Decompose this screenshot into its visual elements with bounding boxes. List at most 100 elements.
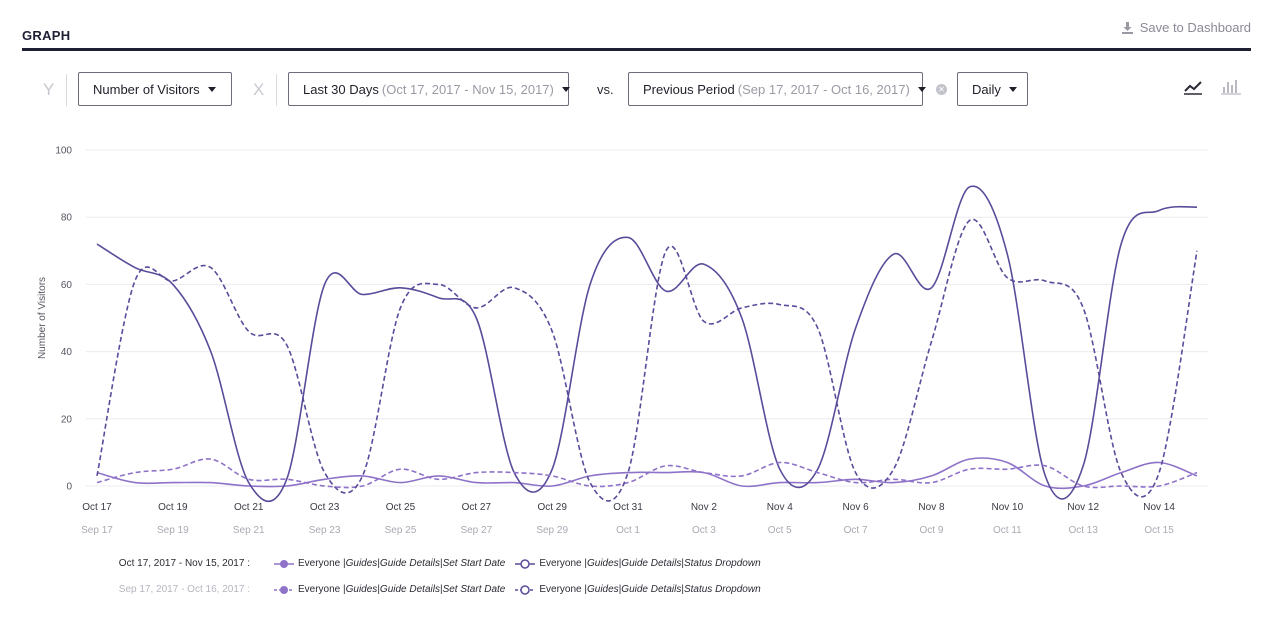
legend-row-current: Oct 17, 2017 - Nov 15, 2017 : Everyone |… xyxy=(110,558,771,569)
hollow-circle-dashed-icon xyxy=(515,584,536,595)
legend-item-previous-set-start-date[interactable]: Everyone | Guides | Guide Details | Set … xyxy=(274,584,505,595)
line-chart-icon xyxy=(1184,81,1202,95)
legend-text: Set Start Date xyxy=(442,558,506,569)
legend-text: Guides xyxy=(587,584,619,595)
legend-item-current-status-dropdown[interactable]: Everyone | Guides | Guide Details | Stat… xyxy=(515,558,761,569)
legend-row-previous: Sep 17, 2017 - Oct 16, 2017 : Everyone |… xyxy=(110,584,771,595)
legend-text: Guide Details xyxy=(621,558,682,569)
legend-text: Guide Details xyxy=(379,558,440,569)
y-tick-label: 20 xyxy=(61,414,73,425)
y-tick-label: 0 xyxy=(66,482,72,493)
caret-down-icon xyxy=(207,86,216,92)
interval-label: Daily xyxy=(972,81,1001,97)
x-tick-label: Nov 10 xyxy=(992,502,1024,513)
graph-header: GRAPH Save to Dashboard xyxy=(22,14,1251,51)
compare-period-dropdown[interactable]: Previous Period (Sep 17, 2017 - Oct 16, … xyxy=(628,72,926,106)
series-lines xyxy=(96,185,1198,503)
x-tick-label: Nov 4 xyxy=(767,502,794,513)
bar-chart-icon xyxy=(1221,80,1241,95)
x-tick-label: Nov 8 xyxy=(918,502,945,513)
legend-text: Everyone | xyxy=(298,558,346,569)
vs-label: vs. xyxy=(597,82,614,97)
legend-period-previous: Sep 17, 2017 - Oct 16, 2017 : xyxy=(118,584,250,595)
line-chart-toggle[interactable] xyxy=(1183,78,1203,101)
grid-lines xyxy=(86,149,1208,487)
compare-period-detail: (Sep 17, 2017 - Oct 16, 2017) xyxy=(737,81,910,97)
legend-text: Guides xyxy=(345,584,378,595)
visitors-line-chart: 0 20 40 60 80 100 Number of Visitors Oct 17 Se… xyxy=(37,146,1208,536)
metric-dropdown[interactable]: Number of Visitors xyxy=(78,72,232,106)
x-tick-label: Nov 12 xyxy=(1067,502,1099,513)
x-tick-label: Oct 25 xyxy=(386,502,416,513)
x-tick-label-previous: Oct 13 xyxy=(1068,525,1098,536)
divider xyxy=(276,74,277,106)
x-tick-label: Nov 2 xyxy=(691,502,718,513)
x-tick-label-previous: Oct 5 xyxy=(768,525,792,536)
divider xyxy=(66,74,67,106)
caret-down-icon xyxy=(1008,86,1017,92)
compare-period-label: Previous Period xyxy=(643,81,735,97)
y-tick-label: 40 xyxy=(61,347,73,358)
legend-text: Everyone | xyxy=(298,584,346,595)
x-tick-label-previous: Oct 15 xyxy=(1144,525,1174,536)
x-tick-label: Oct 27 xyxy=(462,502,492,513)
legend-text: Guide Details xyxy=(621,584,682,595)
legend-text: Guide Details xyxy=(379,584,440,595)
x-tick-label: Nov 6 xyxy=(843,502,870,513)
caret-down-icon xyxy=(917,86,926,92)
page-title: GRAPH xyxy=(22,28,71,43)
legend-period-current: Oct 17, 2017 - Nov 15, 2017 : xyxy=(118,558,250,569)
series-line-previous-set-start-date xyxy=(96,458,1198,489)
legend-item-current-set-start-date[interactable]: Everyone | Guides | Guide Details | Set … xyxy=(274,558,505,569)
legend-text: Status Dropdown xyxy=(683,558,761,569)
legend-text: Set Start Date xyxy=(442,584,506,595)
x-tick-label-previous: Oct 7 xyxy=(844,525,868,536)
y-axis-letter: Y xyxy=(43,80,55,99)
x-tick-label-previous: Sep 23 xyxy=(309,525,341,536)
legend-text: Guides xyxy=(587,558,619,569)
series-line-current-status-dropdown xyxy=(96,185,1198,503)
y-tick-label: 80 xyxy=(61,213,73,224)
caret-down-icon xyxy=(561,86,570,92)
save-to-dashboard-button[interactable]: Save to Dashboard xyxy=(1121,20,1251,35)
x-axis-letter: X xyxy=(253,80,265,99)
x-tick-label: Oct 17 xyxy=(82,502,112,513)
x-tick-label-previous: Oct 9 xyxy=(920,525,944,536)
y-axis-ticks: 0 20 40 60 80 100 xyxy=(55,146,72,493)
x-tick-label-previous: Sep 27 xyxy=(460,525,492,536)
y-tick-label: 100 xyxy=(55,146,72,157)
x-tick-label-previous: Oct 1 xyxy=(616,525,640,536)
x-tick-label: Oct 31 xyxy=(613,502,643,513)
filled-circle-dashed-icon xyxy=(274,585,294,594)
legend-item-previous-status-dropdown[interactable]: Everyone | Guides | Guide Details | Stat… xyxy=(515,584,761,595)
x-tick-label: Nov 14 xyxy=(1143,502,1175,513)
metric-dropdown-label: Number of Visitors xyxy=(93,81,200,97)
date-range-detail: (Oct 17, 2017 - Nov 15, 2017) xyxy=(381,81,554,97)
y-axis-label: Number of Visitors xyxy=(37,277,48,359)
legend-text: Everyone | xyxy=(539,558,587,569)
y-tick-label: 60 xyxy=(61,280,73,291)
legend-text: Status Dropdown xyxy=(683,584,761,595)
legend-text: Guides xyxy=(345,558,378,569)
x-tick-label-previous: Oct 3 xyxy=(692,525,716,536)
bar-chart-toggle[interactable] xyxy=(1220,78,1242,101)
graph-toolbar: Y Number of Visitors X Last 30 Days (Oct… xyxy=(22,72,1251,108)
clear-compare-icon[interactable]: ✕ xyxy=(936,84,947,95)
download-icon xyxy=(1121,22,1133,34)
x-axis-ticks: Oct 17 Sep 17 Oct 19 Sep 19 Oct 21 Sep 21 Oct … xyxy=(81,502,1175,536)
date-range-label: Last 30 Days xyxy=(303,81,379,97)
date-range-dropdown[interactable]: Last 30 Days (Oct 17, 2017 - Nov 15, 201… xyxy=(288,72,570,106)
interval-dropdown[interactable]: Daily xyxy=(957,72,1028,106)
x-tick-label-previous: Sep 17 xyxy=(81,525,113,536)
x-tick-label-previous: Sep 19 xyxy=(157,525,189,536)
x-tick-label: Oct 19 xyxy=(158,502,188,513)
x-tick-label-previous: Sep 29 xyxy=(536,525,568,536)
legend-text: Everyone | xyxy=(539,584,587,595)
x-tick-label: Oct 29 xyxy=(537,502,567,513)
x-tick-label: Oct 21 xyxy=(234,502,264,513)
x-tick-label-previous: Oct 11 xyxy=(993,525,1022,536)
hollow-circle-icon xyxy=(515,558,536,569)
filled-circle-icon xyxy=(274,559,294,568)
x-tick-label-previous: Sep 21 xyxy=(233,525,265,536)
x-tick-label: Oct 23 xyxy=(310,502,340,513)
